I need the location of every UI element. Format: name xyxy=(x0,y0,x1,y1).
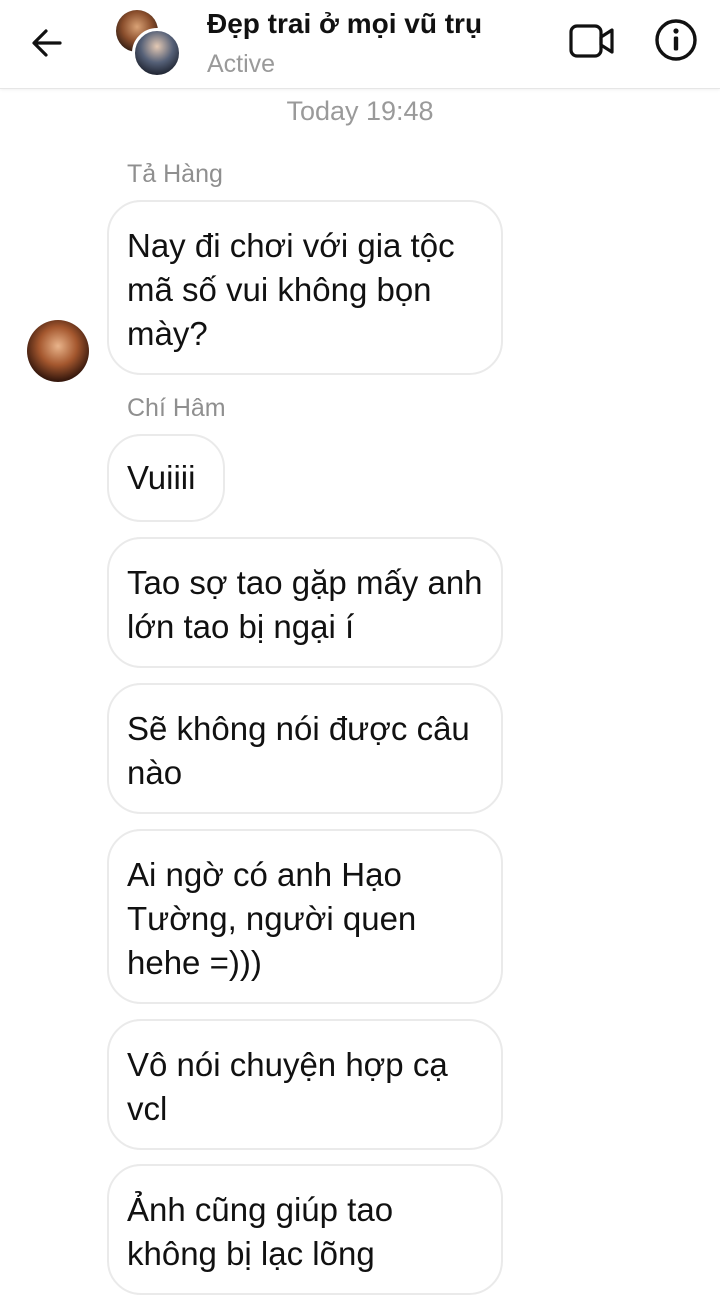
active-status: Active xyxy=(207,50,276,78)
message-bubble[interactable]: Nay đi chơi với gia tộc mã số vui không … xyxy=(107,200,503,375)
video-call-button[interactable] xyxy=(566,18,618,64)
back-button[interactable] xyxy=(24,20,70,66)
sender-avatar[interactable] xyxy=(27,320,89,382)
message-timestamp: Today 19:48 xyxy=(286,96,434,126)
info-button[interactable] xyxy=(652,16,700,64)
message-bubble[interactable]: Ai ngờ có anh Hạo Tường, người quen hehe… xyxy=(107,829,503,1004)
message-bubble[interactable]: Ảnh cũng giúp tao không bị lạc lõng xyxy=(107,1164,503,1295)
message-bubble[interactable]: Sẽ không nói được câu nào xyxy=(107,683,503,814)
video-camera-icon xyxy=(569,24,614,58)
message-text: Nay đi chơi với gia tộc mã số vui không … xyxy=(127,227,455,352)
conversation-title[interactable]: Đẹp trai ở mọi vũ trụ xyxy=(207,8,482,40)
info-icon xyxy=(655,19,697,61)
group-avatar[interactable] xyxy=(116,10,182,78)
message-text: Ai ngờ có anh Hạo Tường, người quen hehe… xyxy=(127,856,417,981)
chat-header: Đẹp trai ở mọi vũ trụ Active xyxy=(0,0,720,89)
member-avatar xyxy=(132,28,182,78)
message-text: Vuiiii xyxy=(127,459,196,496)
message-text: Sẽ không nói được câu nào xyxy=(127,710,470,791)
arrow-left-icon xyxy=(32,29,62,57)
sender-name: Tả Hàng xyxy=(127,160,223,188)
message-text: Ảnh cũng giúp tao không bị lạc lõng xyxy=(127,1191,394,1272)
message-bubble[interactable]: Tao sợ tao gặp mấy anh lớn tao bị ngại í xyxy=(107,537,503,668)
message-text: Vô nói chuyện hợp cạ vcl xyxy=(127,1046,448,1127)
sender-name: Chí Hâm xyxy=(127,394,226,422)
message-bubble[interactable]: Vô nói chuyện hợp cạ vcl xyxy=(107,1019,503,1150)
message-text: Tao sợ tao gặp mấy anh lớn tao bị ngại í xyxy=(127,564,483,645)
message-bubble[interactable]: Vuiiii xyxy=(107,434,225,522)
